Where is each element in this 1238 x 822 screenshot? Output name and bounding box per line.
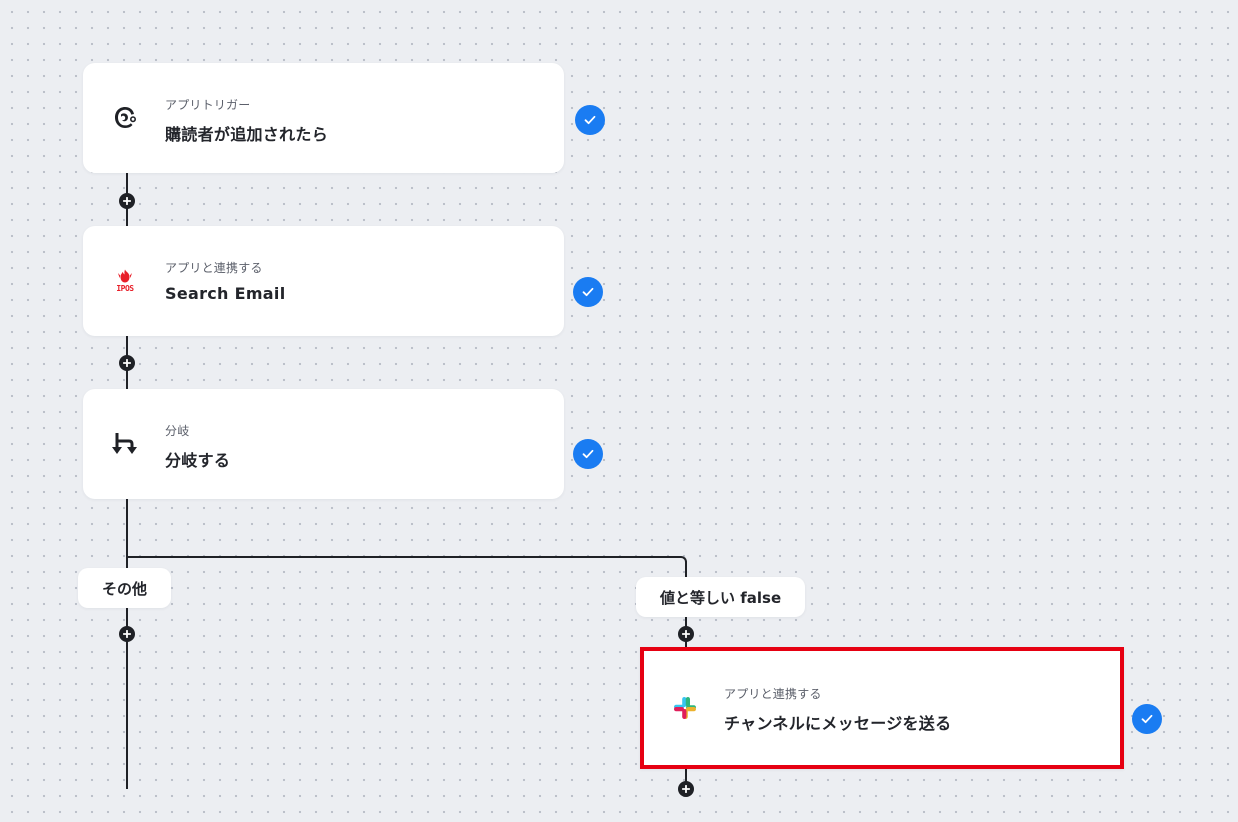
branch-label-false[interactable]: 値と等しい false [636,577,806,617]
flow-step-trigger[interactable]: アプリトリガー 購読者が追加されたら [83,63,564,173]
completed-check-icon [573,439,603,469]
branch-icon [110,429,140,459]
flow-canvas[interactable]: アプリトリガー 購読者が追加されたら IPOS アプリと連携する Search … [0,0,1238,822]
step-category: アプリトリガー [165,98,251,112]
flow-step-slack-message[interactable]: アプリと連携する チャンネルにメッセージを送る [640,647,1124,769]
step-category: アプリと連携する [165,261,263,275]
connector-line [126,496,128,789]
completed-check-icon [575,105,605,135]
ipos-icon: IPOS [110,266,140,296]
step-title: 購読者が追加されたら [165,125,329,144]
ipos-logo-text: IPOS [116,284,134,293]
step-category: アプリと連携する [724,687,822,701]
branch-label-other[interactable]: その他 [78,568,172,608]
add-step-button[interactable] [119,355,135,371]
step-category: 分岐 [165,424,190,438]
add-step-button[interactable] [119,193,135,209]
slack-icon [670,693,700,723]
step-title: 分岐する [165,451,231,470]
flow-step-search-email[interactable]: IPOS アプリと連携する Search Email [83,226,564,336]
mailchimp-icon [110,103,140,133]
completed-check-icon [573,277,603,307]
step-title: チャンネルにメッセージを送る [724,714,952,733]
add-step-button[interactable] [119,626,135,642]
step-title: Search Email [165,284,286,303]
completed-check-icon [1132,704,1162,734]
add-step-button[interactable] [678,781,694,797]
add-step-button[interactable] [678,626,694,642]
branch-connector-line [126,556,678,558]
flow-step-branch[interactable]: 分岐 分岐する [83,389,564,499]
